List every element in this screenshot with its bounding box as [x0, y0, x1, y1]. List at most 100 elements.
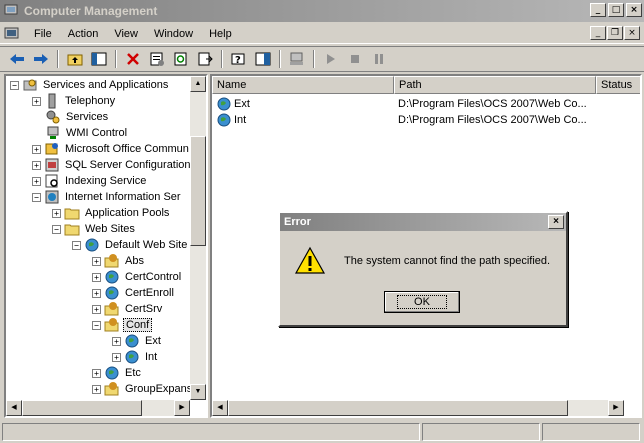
tree-item-sql-server-configuration[interactable]: + SQL Server Configuration [32, 157, 193, 173]
back-arrow-icon [10, 54, 24, 64]
expand-toggle[interactable]: + [32, 96, 41, 106]
child-restore-button[interactable]: ❐ [607, 26, 623, 40]
tree-item-label: Microsoft Office Commun [65, 143, 189, 155]
menu-window[interactable]: Window [146, 26, 201, 42]
mmc-console-icon[interactable] [4, 27, 20, 41]
properties-button[interactable] [146, 49, 168, 69]
tree-item-certenroll[interactable]: + CertEnroll [92, 285, 176, 301]
ok-button[interactable]: OK [384, 291, 460, 313]
scroll-left-button[interactable]: ◀ [6, 400, 22, 416]
expand-toggle[interactable]: + [112, 352, 121, 362]
refresh-button[interactable] [170, 49, 192, 69]
expand-toggle[interactable]: + [112, 336, 121, 346]
tree-item-conf[interactable]: − Conf [92, 317, 153, 333]
tree-item-label: Default Web Site [105, 239, 188, 251]
tree-item-web-sites[interactable]: − Web Sites [52, 221, 137, 237]
expand-toggle[interactable]: + [52, 208, 61, 218]
tree-item-telephony[interactable]: + Telephony [32, 93, 117, 109]
expand-toggle[interactable]: + [92, 256, 101, 266]
collapse-toggle[interactable]: − [10, 80, 19, 90]
child-minimize-button[interactable]: _ [590, 26, 606, 40]
expand-toggle[interactable]: + [32, 176, 41, 186]
list-row-ext[interactable]: Ext [216, 96, 250, 112]
menu-action[interactable]: Action [60, 26, 107, 42]
tree-vertical-scrollbar[interactable]: ▲ ▼ [190, 76, 206, 400]
minimize-button[interactable]: _ [590, 3, 606, 17]
tree-item-int[interactable]: + Int [112, 349, 159, 365]
back-button[interactable] [6, 49, 28, 69]
pause-button[interactable] [368, 49, 390, 69]
tree-item-abs[interactable]: + Abs [92, 253, 146, 269]
connect-button[interactable] [286, 49, 308, 69]
status-cell-main [2, 423, 420, 441]
expand-toggle[interactable]: + [92, 272, 101, 282]
menu-file[interactable]: File [26, 26, 60, 42]
menu-help[interactable]: Help [201, 26, 240, 42]
list-cell-path: D:\Program Files\OCS 2007\Web Co... [398, 112, 587, 128]
h-scroll-thumb[interactable] [228, 400, 568, 416]
tree-horizontal-scrollbar[interactable]: ◀ ▶ [6, 400, 190, 416]
dialog-close-button[interactable]: × [548, 215, 564, 229]
collapse-toggle[interactable]: − [92, 320, 101, 330]
scroll-up-button[interactable]: ▲ [190, 76, 206, 92]
tree-item-label: Application Pools [85, 207, 170, 219]
collapse-toggle[interactable]: − [52, 224, 61, 234]
scroll-right-button[interactable]: ▶ [608, 400, 624, 416]
show-hide-action-pane-button[interactable] [252, 49, 274, 69]
toolbar-separator [221, 50, 223, 68]
tree-item-indexing-service[interactable]: + Indexing Service [32, 173, 148, 189]
delete-button[interactable] [122, 49, 144, 69]
tree-item-etc[interactable]: + Etc [92, 365, 143, 381]
close-button[interactable]: × [626, 3, 642, 17]
expand-toggle[interactable]: + [32, 160, 41, 170]
tree-item-groupexpansion[interactable]: + GroupExpans [92, 381, 194, 397]
collapse-toggle[interactable]: − [32, 192, 41, 202]
tree-item-services[interactable]: Services [45, 109, 110, 125]
maximize-button[interactable]: □ [608, 3, 624, 17]
toolbar: ? [0, 46, 644, 72]
column-header-name[interactable]: Name [212, 76, 394, 94]
stop-button[interactable] [344, 49, 366, 69]
services-gear-icon [46, 110, 60, 124]
help-button[interactable]: ? [228, 49, 250, 69]
h-scroll-thumb[interactable] [22, 400, 142, 416]
tree-item-iis[interactable]: − Internet Information Ser [32, 189, 183, 205]
details-horizontal-scrollbar[interactable]: ◀ ▶ [212, 400, 624, 416]
list-row-int[interactable]: Int [216, 112, 246, 128]
tree-item-label: Ext [145, 335, 161, 347]
scroll-thumb[interactable] [190, 136, 206, 246]
expand-toggle[interactable]: + [92, 368, 101, 378]
expand-toggle[interactable]: + [92, 288, 101, 298]
tree-item-application-pools[interactable]: + Application Pools [52, 205, 171, 221]
show-hide-tree-button[interactable] [88, 49, 110, 69]
export-list-button[interactable] [194, 49, 216, 69]
tree-item-label: GroupExpans [125, 383, 193, 395]
expand-toggle[interactable]: + [92, 384, 101, 394]
status-bar [0, 421, 644, 443]
collapse-toggle[interactable]: − [72, 240, 81, 250]
scroll-left-button[interactable]: ◀ [212, 400, 228, 416]
child-close-button[interactable]: × [624, 26, 640, 40]
tree-item-microsoft-office-communications[interactable]: + Microsoft Office Commun [32, 141, 191, 157]
tree-item-ext[interactable]: + Ext [112, 333, 163, 349]
scroll-down-button[interactable]: ▼ [190, 384, 206, 400]
globe-web-app-icon [217, 97, 231, 111]
tree-item-services-and-applications[interactable]: − Services and Applications [10, 77, 170, 93]
expand-toggle[interactable]: + [32, 144, 41, 154]
telephony-icon [48, 93, 56, 109]
scroll-right-button[interactable]: ▶ [174, 400, 190, 416]
forward-button[interactable] [30, 49, 52, 69]
tree-item-default-web-site[interactable]: − Default Web Site [72, 237, 189, 253]
tree-item-certsrv[interactable]: + CertSrv [92, 301, 164, 317]
expand-toggle[interactable]: + [92, 304, 101, 314]
menu-view[interactable]: View [106, 26, 146, 42]
up-level-button[interactable] [64, 49, 86, 69]
console-tree[interactable]: − Services and Applications + Telephony … [4, 74, 208, 418]
tree-item-label: CertSrv [125, 303, 163, 315]
column-header-status[interactable]: Status [596, 76, 640, 94]
tree-item-certcontrol[interactable]: + CertControl [92, 269, 183, 285]
start-button[interactable] [320, 49, 342, 69]
column-header-path[interactable]: Path [394, 76, 596, 94]
tree-item-wmi-control[interactable]: WMI Control [45, 125, 129, 141]
list-item-name: Int [234, 114, 247, 126]
